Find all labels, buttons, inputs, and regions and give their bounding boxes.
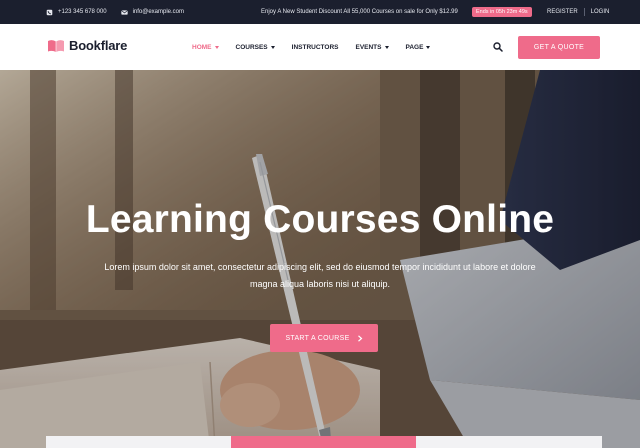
book-logo-icon	[48, 39, 64, 52]
chevron-down-icon	[426, 45, 431, 49]
chevron-down-icon	[270, 45, 275, 49]
countdown-badge: Ends in 05h 23m 49s	[472, 7, 532, 17]
top-bar: +123 345 678 000 info@example.com Enjoy …	[0, 0, 640, 24]
hero-title: Learning Courses Online	[85, 198, 555, 241]
phone-contact[interactable]: +123 345 678 000	[46, 9, 107, 16]
nav-home[interactable]: HOME	[192, 44, 219, 51]
chevron-right-icon	[357, 334, 362, 342]
email-contact[interactable]: info@example.com	[120, 9, 185, 16]
feature-card-highlight	[231, 436, 416, 448]
main-nav: HOME COURSES INSTRUCTORS EVENTS PAGE	[192, 24, 447, 70]
envelope-icon	[120, 9, 128, 15]
main-header: Bookflare HOME COURSES INSTRUCTORS EVENT…	[0, 24, 640, 70]
email-address: info@example.com	[132, 9, 185, 15]
logo[interactable]: Bookflare	[47, 38, 127, 53]
nav-label: INSTRUCTORS	[291, 43, 339, 51]
search-icon[interactable]	[493, 42, 503, 52]
login-link[interactable]: LOGIN	[591, 9, 610, 15]
chevron-down-icon	[384, 45, 389, 49]
hero-subtitle: Lorem ipsum dolor sit amet, consectetur …	[104, 262, 536, 289]
nav-courses[interactable]: COURSES	[236, 44, 275, 51]
nav-label: PAGE	[405, 43, 424, 51]
nav-events[interactable]: EVENTS	[355, 43, 389, 51]
start-a-course-button[interactable]: START A COURSE	[270, 324, 378, 352]
get-a-quote-button[interactable]: GET A QUOTE	[518, 36, 600, 59]
nav-label: COURSES	[235, 43, 268, 51]
phone-icon	[46, 9, 53, 15]
nav-label: EVENTS	[355, 43, 382, 51]
nav-label: HOME	[192, 43, 212, 51]
phone-number: +123 345 678 000	[58, 9, 107, 15]
nav-page[interactable]: PAGE	[406, 44, 431, 51]
button-label: START A COURSE	[285, 334, 350, 342]
register-link[interactable]: REGISTER	[547, 9, 578, 15]
logo-text: Bookflare	[69, 38, 128, 53]
hero-section: Learning Courses Online Lorem ipsum dolo…	[0, 70, 640, 448]
chevron-down-icon	[214, 45, 219, 49]
divider	[583, 8, 585, 16]
promo-text: Enjoy A New Student Discount All 55,000 …	[261, 9, 458, 15]
nav-instructors[interactable]: INSTRUCTORS	[292, 44, 339, 51]
